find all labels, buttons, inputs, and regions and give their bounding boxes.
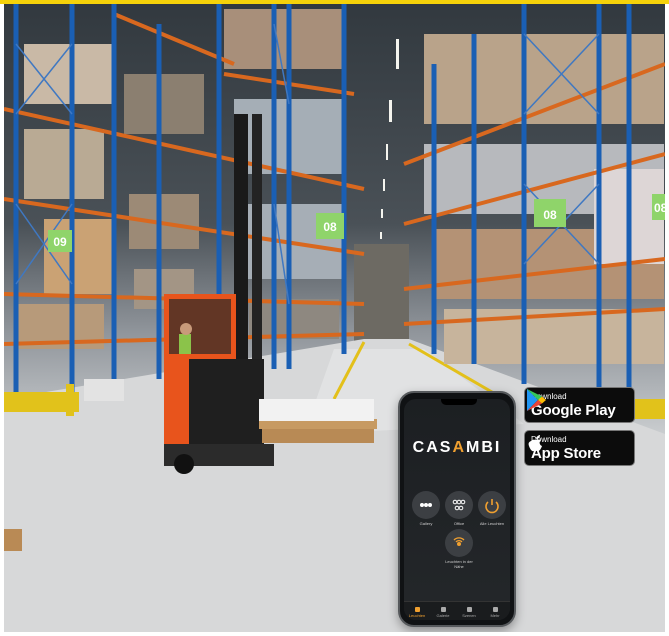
gallery-app-button[interactable] bbox=[412, 491, 440, 519]
smartphone: CASAMBI Gallery Office Alle Leuchten Leu… bbox=[398, 391, 516, 627]
gallery-icon bbox=[420, 503, 432, 507]
apple-icon bbox=[528, 435, 542, 452]
office-app-button[interactable] bbox=[445, 491, 473, 519]
ceiling-lights bbox=[380, 39, 399, 239]
tab-mehr[interactable]: Mehr bbox=[482, 607, 508, 618]
phone-tab-bar: Leuchten Galerie Szenen Mehr bbox=[404, 601, 510, 620]
nearby-lights-label: Leuchten in der Nähe bbox=[445, 559, 473, 569]
scenes-icon bbox=[466, 607, 472, 612]
app-store-badge[interactable]: Download App Store bbox=[524, 430, 635, 466]
warehouse-photo: 09 08 08 08 Download Google Play Downloa… bbox=[4, 4, 665, 632]
tab-galerie[interactable]: Galerie bbox=[430, 607, 456, 618]
nearby-icon bbox=[453, 537, 465, 546]
power-icon bbox=[485, 499, 499, 514]
office-app-label: Office bbox=[453, 521, 465, 526]
phone-notch bbox=[441, 399, 477, 405]
all-lights-label: Alle Leuchten bbox=[479, 521, 505, 526]
nearby-lights-button[interactable] bbox=[445, 529, 473, 557]
aisle-sign-08-left: 08 bbox=[323, 220, 337, 234]
google-play-icon bbox=[527, 389, 546, 411]
image-frame: 09 08 08 08 Download Google Play Downloa… bbox=[0, 0, 669, 636]
gallery-icon bbox=[440, 607, 446, 612]
office-icon bbox=[452, 499, 466, 511]
phone-screen: CASAMBI Gallery Office Alle Leuchten Leu… bbox=[404, 399, 510, 620]
google-play-badge[interactable]: Download Google Play bbox=[524, 387, 635, 423]
all-lights-button[interactable] bbox=[478, 491, 506, 519]
tab-szenen[interactable]: Szenen bbox=[456, 607, 482, 618]
casambi-logo: CASAMBI bbox=[412, 439, 502, 456]
aisle-sign-09: 09 bbox=[53, 235, 67, 249]
lamp-icon bbox=[414, 607, 420, 612]
warehouse-scene: 09 08 08 08 bbox=[4, 4, 665, 632]
aisle-sign-08-right: 08 bbox=[543, 208, 557, 222]
more-icon bbox=[492, 607, 498, 612]
tab-leuchten[interactable]: Leuchten bbox=[404, 607, 430, 618]
aisle-sign-edge: 08 bbox=[654, 201, 665, 215]
gallery-app-label: Gallery bbox=[419, 521, 433, 526]
